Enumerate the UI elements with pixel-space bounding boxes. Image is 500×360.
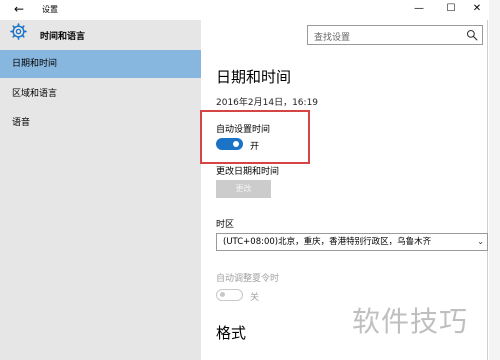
search-placeholder: 查找设置	[314, 33, 351, 43]
background-window-strip	[489, 0, 500, 360]
sidebar-item-region-language[interactable]: 区域和语言	[0, 80, 201, 108]
chevron-down-icon: ⌄	[477, 237, 484, 246]
timezone-value: (UTC+08:00)北京，重庆，香港特别行政区，乌鲁木齐	[223, 237, 432, 247]
page-title: 日期和时间	[216, 68, 292, 86]
search-input[interactable]: 查找设置	[307, 25, 483, 45]
window-title: 设置	[42, 5, 58, 14]
section-title: 时间和语言	[40, 32, 86, 42]
change-button[interactable]: 更改	[216, 180, 271, 198]
change-datetime-label: 更改日期和时间	[216, 167, 280, 177]
close-button[interactable]: ✕	[470, 2, 484, 16]
watermark: 软件技巧	[352, 305, 469, 338]
search-icon[interactable]	[466, 29, 478, 41]
timezone-label: 时区	[216, 220, 235, 230]
timezone-select[interactable]: (UTC+08:00)北京，重庆，香港特别行政区，乌鲁木齐 ⌄	[216, 233, 488, 251]
current-datetime: 2016年2月14日，16:19	[216, 98, 319, 108]
sidebar-item-speech[interactable]: 语音	[0, 109, 201, 137]
dst-label: 自动调整夏令时	[216, 274, 280, 284]
format-heading: 格式	[216, 324, 247, 342]
title-bar: ← 设置 — ☐ ✕	[0, 0, 488, 20]
dst-toggle[interactable]	[216, 289, 243, 301]
back-button[interactable]: ←	[14, 2, 24, 16]
minimize-button[interactable]: —	[412, 2, 426, 16]
gear-icon	[10, 23, 27, 40]
dst-state: 关	[250, 293, 260, 303]
highlight-box	[200, 110, 310, 164]
maximize-button[interactable]: ☐	[444, 2, 458, 16]
sidebar-item-date-time[interactable]: 日期和时间	[0, 50, 201, 78]
toggle-knob	[220, 292, 225, 297]
